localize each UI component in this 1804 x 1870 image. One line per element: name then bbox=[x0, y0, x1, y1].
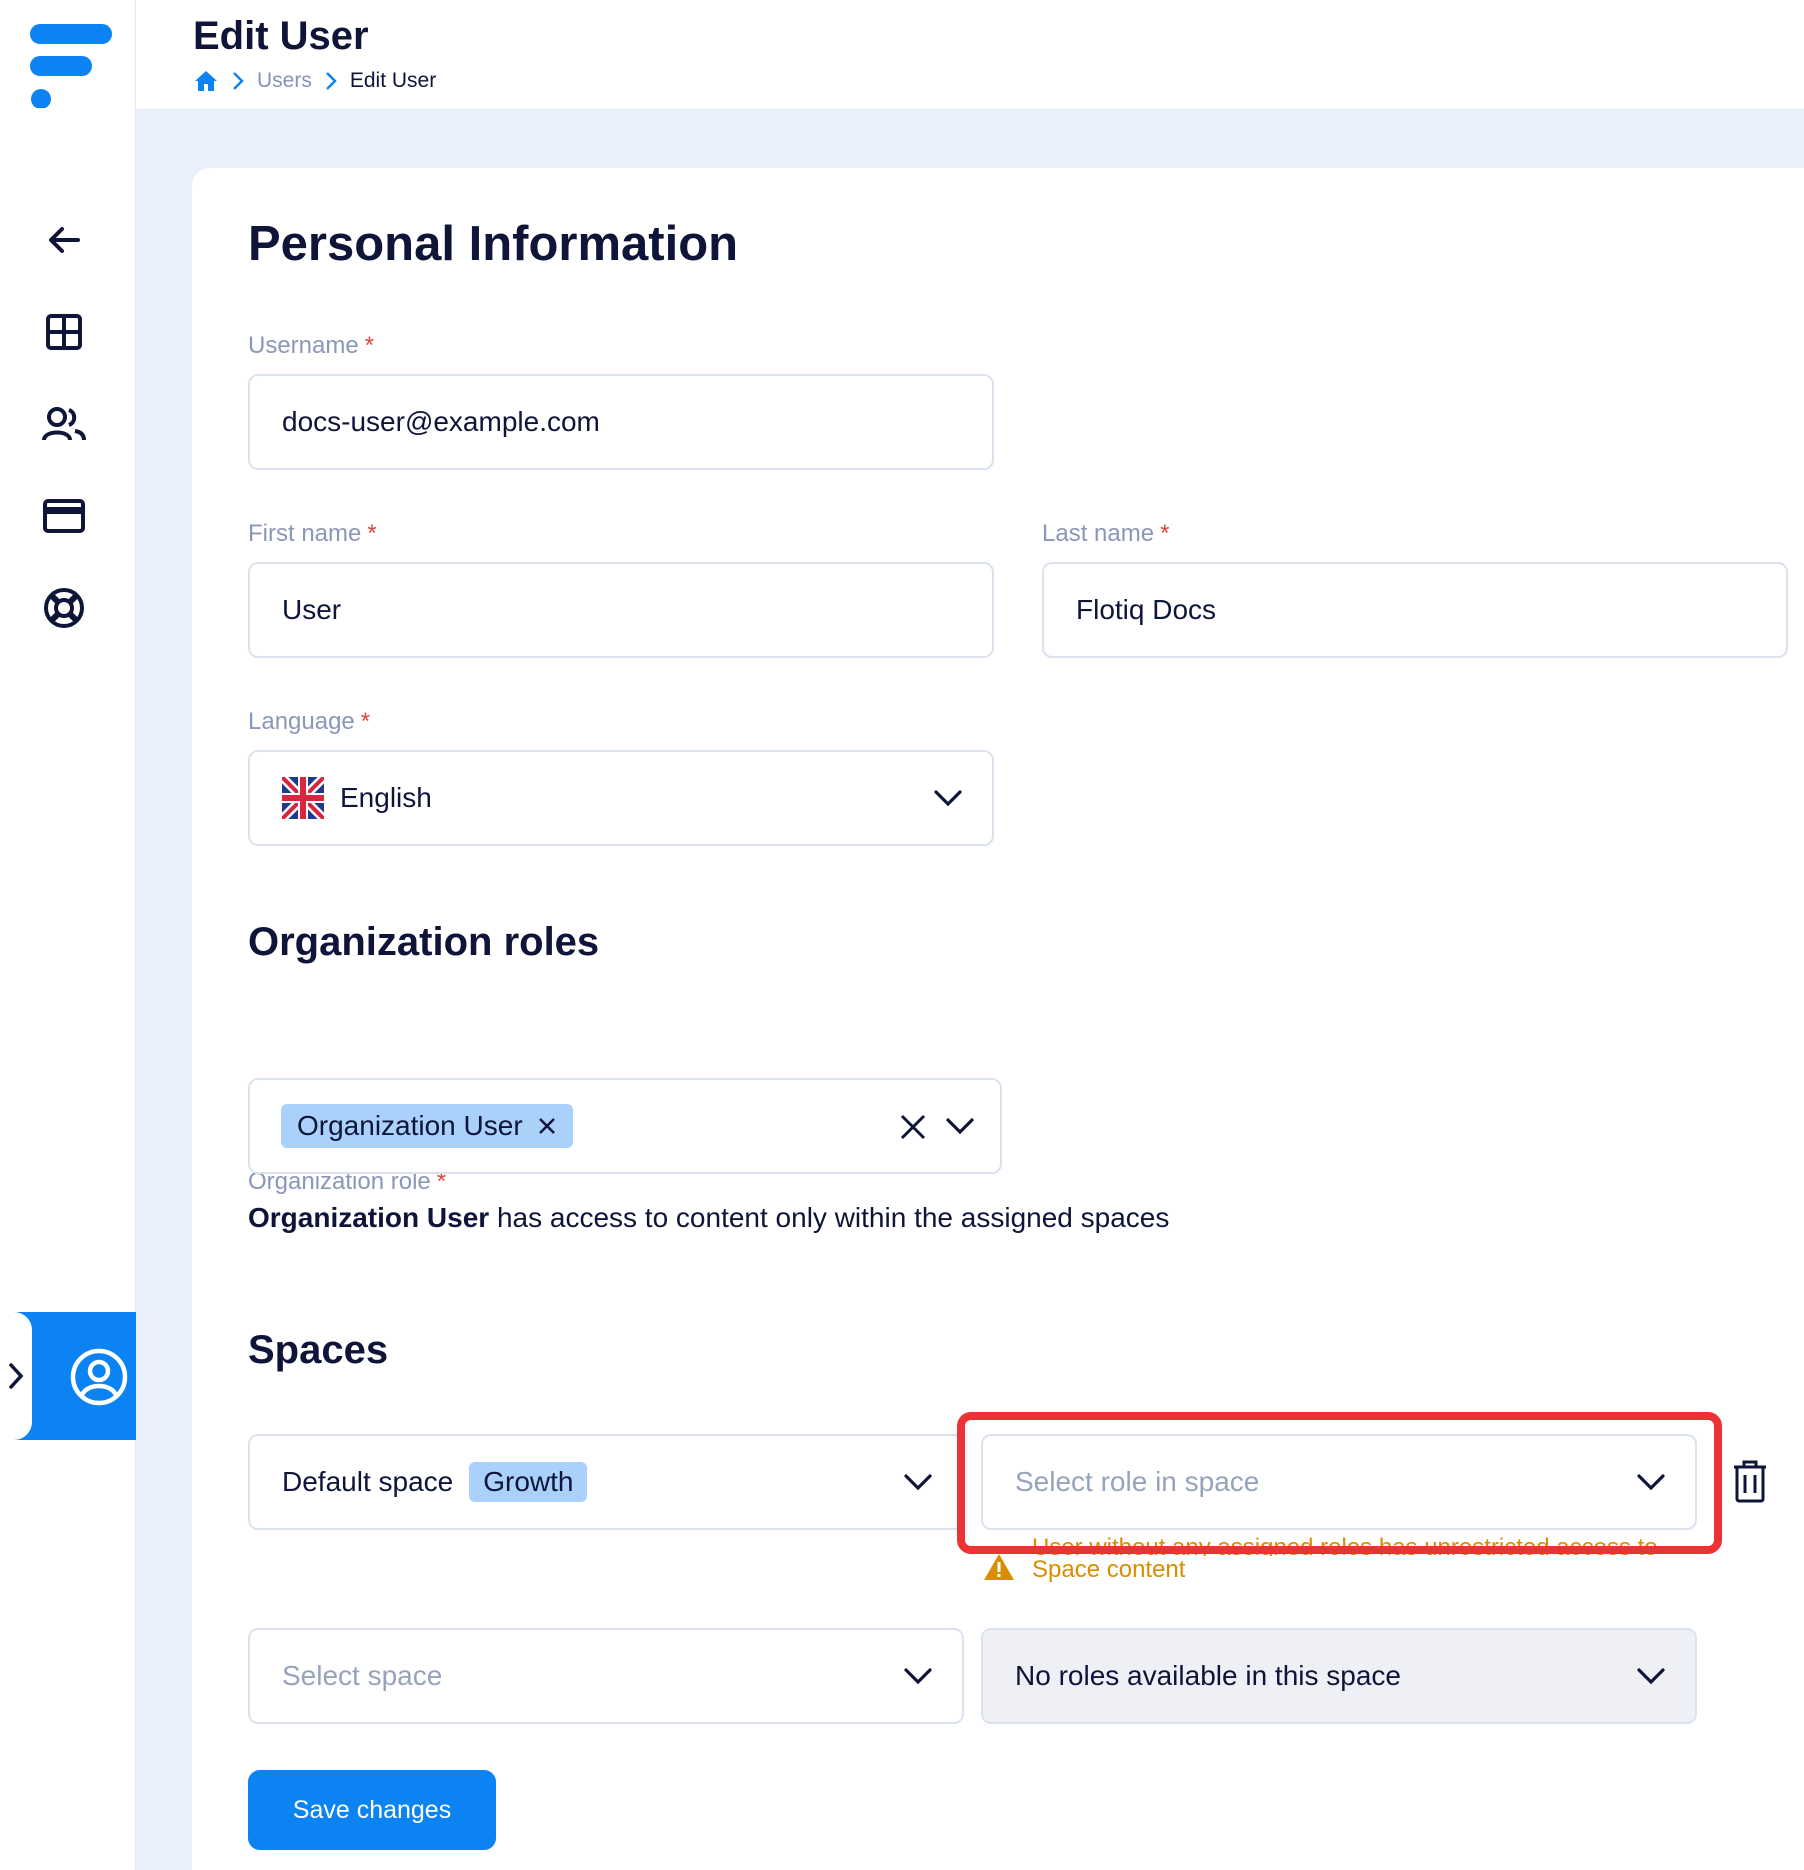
remove-tag-icon[interactable] bbox=[537, 1116, 557, 1136]
warning-icon bbox=[984, 1554, 1014, 1580]
chevron-down-icon bbox=[904, 1668, 932, 1685]
home-icon[interactable] bbox=[193, 68, 219, 94]
breadcrumb-current: Edit User bbox=[349, 69, 437, 92]
language-label: Language * bbox=[248, 708, 371, 735]
credit-card-icon[interactable] bbox=[40, 492, 88, 540]
breadcrumb-users-link[interactable]: Users bbox=[257, 69, 312, 93]
edit-user-form-card: Personal Information Username * docs-user… bbox=[192, 168, 1804, 1870]
organization-role-tag: Organization User bbox=[281, 1104, 573, 1148]
username-label: Username * bbox=[248, 332, 375, 359]
back-arrow-icon[interactable] bbox=[40, 216, 88, 264]
organization-roles-heading: Organization roles bbox=[248, 920, 600, 964]
save-changes-button[interactable]: Save changes bbox=[248, 1770, 496, 1850]
personal-information-heading: Personal Information bbox=[248, 217, 739, 271]
flotiq-logo[interactable] bbox=[28, 20, 114, 109]
space-role-select-row-2[interactable]: No roles available in this space bbox=[981, 1628, 1697, 1724]
highlight-annotation bbox=[957, 1412, 1722, 1554]
chevron-down-icon[interactable] bbox=[944, 1110, 976, 1142]
space-select-row-2[interactable]: Select space bbox=[248, 1628, 964, 1724]
trash-icon[interactable] bbox=[1730, 1458, 1770, 1504]
top-bar: Edit User Users Edit User bbox=[136, 0, 1804, 110]
chevron-right-icon bbox=[225, 71, 251, 91]
last-name-input[interactable]: Flotiq Docs bbox=[1042, 562, 1788, 658]
first-name-input[interactable]: User bbox=[248, 562, 994, 658]
organization-role-description: Organization User has access to content … bbox=[248, 1202, 1170, 1233]
expand-sidebar-toggle[interactable] bbox=[0, 1312, 32, 1440]
chevron-right-icon bbox=[9, 1363, 24, 1389]
language-select[interactable]: English bbox=[248, 750, 994, 846]
chevron-down-icon bbox=[1637, 1668, 1665, 1685]
chevron-right-icon bbox=[318, 71, 344, 91]
user-circle-icon[interactable] bbox=[54, 1332, 144, 1422]
username-input[interactable]: docs-user@example.com bbox=[248, 374, 994, 470]
spaces-heading: Spaces bbox=[248, 1328, 389, 1372]
user-menu-tab[interactable] bbox=[0, 1312, 136, 1440]
first-name-label: First name * bbox=[248, 520, 377, 547]
chevron-down-icon bbox=[904, 1474, 932, 1491]
lifebuoy-icon[interactable] bbox=[40, 584, 88, 632]
last-name-label: Last name * bbox=[1042, 520, 1170, 547]
chevron-down-icon bbox=[934, 790, 962, 807]
sidebar bbox=[0, 0, 136, 1870]
dashboard-grid-icon[interactable] bbox=[40, 308, 88, 356]
page-title: Edit User bbox=[193, 14, 369, 58]
space-plan-badge: Growth bbox=[469, 1462, 588, 1502]
breadcrumb: Users Edit User bbox=[193, 66, 436, 96]
users-icon[interactable] bbox=[40, 400, 88, 448]
organization-role-multiselect[interactable]: Organization User bbox=[248, 1078, 1002, 1174]
uk-flag-icon bbox=[282, 777, 324, 819]
clear-selection-icon[interactable] bbox=[898, 1112, 928, 1142]
space-select-row-1[interactable]: Default space Growth bbox=[248, 1434, 964, 1530]
